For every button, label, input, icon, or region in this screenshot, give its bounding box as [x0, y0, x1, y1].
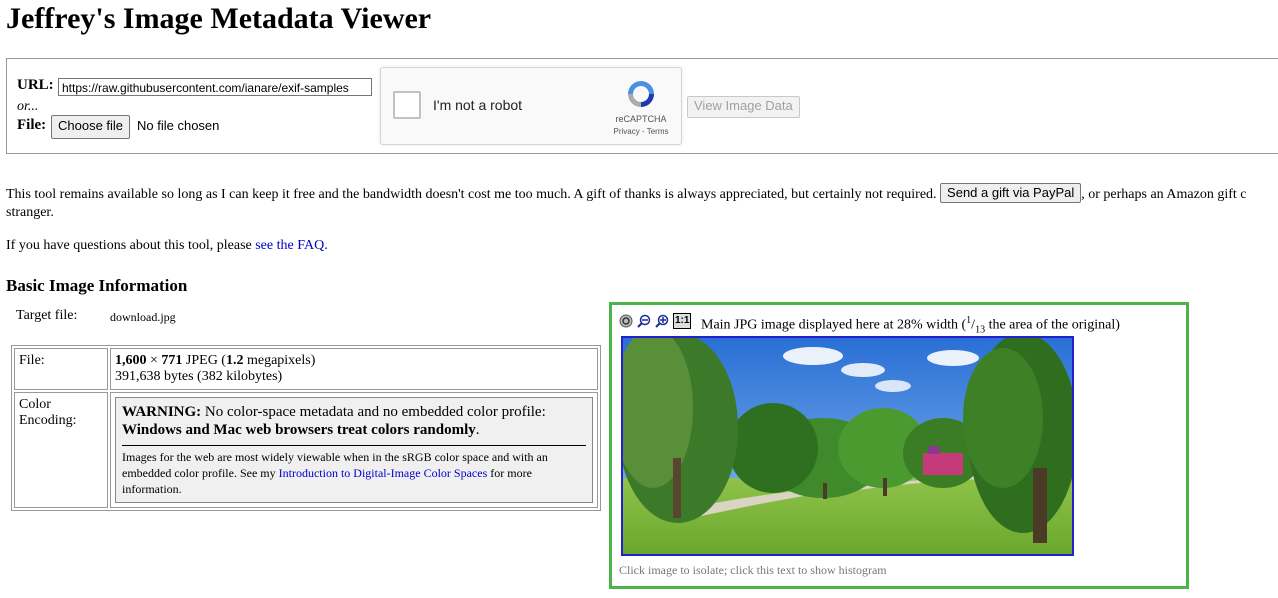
- image-preview-panel: 1:1 Main JPG image displayed here at 28%…: [609, 302, 1189, 589]
- target-file-label: Target file:: [16, 308, 78, 323]
- dims-format: JPEG (: [182, 353, 226, 368]
- color-encoding-value: WARNING: No color-space metadata and no …: [110, 392, 598, 508]
- color-encoding-label: Color Encoding:: [14, 392, 108, 508]
- megapixels: 1.2: [225, 353, 244, 368]
- dims-times: ×: [146, 353, 162, 368]
- rotate-icon[interactable]: [619, 314, 633, 328]
- file-row-label: File:: [14, 348, 108, 390]
- recaptcha-checkbox[interactable]: [393, 91, 421, 119]
- url-input[interactable]: https://raw.githubusercontent.com/ianare…: [58, 78, 372, 96]
- file-label: File:: [17, 117, 47, 133]
- table-row: File: 1,600 × 771 JPEG (1.2 megapixels) …: [14, 348, 598, 390]
- color-spaces-link[interactable]: Introduction to Digital-Image Color Spac…: [279, 466, 488, 480]
- recaptcha-widget: I'm not a robot reCAPTCHA Privacy - Term…: [380, 67, 682, 145]
- faq-prefix: If you have questions about this tool, p…: [6, 238, 256, 253]
- megapixels-suffix: megapixels): [243, 353, 316, 368]
- color-label-line2: Encoding:: [19, 413, 77, 428]
- upload-form: URL: https://raw.githubusercontent.com/i…: [6, 58, 1278, 154]
- choose-file-button[interactable]: Choose file: [51, 115, 131, 139]
- warning-divider: [122, 445, 586, 446]
- histogram-note[interactable]: Click image to isolate; click this text …: [619, 563, 887, 578]
- recaptcha-label: I'm not a robot: [433, 97, 523, 113]
- warning-title: WARNING:: [122, 404, 202, 420]
- table-row: Color Encoding: WARNING: No color-space …: [14, 392, 598, 508]
- paypal-gift-button[interactable]: Send a gift via PayPal: [940, 183, 1082, 204]
- intro-text-cont: , or perhaps an Amazon gift c: [1081, 187, 1247, 202]
- image-toolbar: 1:1: [619, 313, 692, 329]
- caption-text: Main JPG image displayed here at 28% wid…: [701, 317, 967, 333]
- park-photo[interactable]: [621, 336, 1074, 556]
- page-title: Jeffrey's Image Metadata Viewer: [6, 2, 432, 35]
- color-warning-box: WARNING: No color-space metadata and no …: [115, 397, 593, 503]
- warning-text: No color-space metadata and no embedded …: [201, 404, 546, 420]
- target-file-value: download.jpg: [110, 310, 176, 324]
- caption-text-end: the area of the original): [985, 317, 1120, 333]
- zoom-in-icon[interactable]: [655, 314, 669, 328]
- basic-info-heading: Basic Image Information: [6, 276, 188, 295]
- view-image-data-button[interactable]: View Image Data: [687, 96, 800, 118]
- warning-end: .: [475, 422, 480, 438]
- faq-suffix: .: [324, 238, 328, 253]
- actual-size-button[interactable]: 1:1: [673, 313, 692, 329]
- fraction-denominator: 13: [975, 324, 986, 336]
- dims-height: 771: [161, 353, 183, 368]
- no-file-text: No file chosen: [137, 118, 220, 133]
- intro-paragraph: This tool remains available so long as I…: [6, 183, 1278, 222]
- bytes-line: 391,638 bytes (382 kilobytes): [115, 369, 283, 384]
- url-label: URL:: [17, 77, 54, 93]
- basic-info-table: File: 1,600 × 771 JPEG (1.2 megapixels) …: [11, 345, 601, 511]
- warning-bold: Windows and Mac web browsers treat color…: [122, 422, 476, 438]
- recaptcha-logo-icon: [628, 81, 654, 107]
- intro-text-line2: stranger.: [6, 205, 54, 220]
- image-caption: Main JPG image displayed here at 28% wid…: [701, 315, 1120, 335]
- faq-paragraph: If you have questions about this tool, p…: [6, 238, 328, 254]
- file-row-value: 1,600 × 771 JPEG (1.2 megapixels) 391,63…: [110, 348, 598, 390]
- color-label-line1: Color: [19, 397, 51, 412]
- zoom-out-icon[interactable]: [637, 314, 651, 328]
- recaptcha-brand: reCAPTCHA: [615, 114, 667, 124]
- faq-link[interactable]: see the FAQ: [255, 238, 324, 253]
- recaptcha-links[interactable]: Privacy - Terms: [601, 127, 681, 136]
- intro-text: This tool remains available so long as I…: [6, 187, 937, 202]
- dims-width: 1,600: [115, 353, 147, 368]
- or-text: or...: [17, 99, 39, 114]
